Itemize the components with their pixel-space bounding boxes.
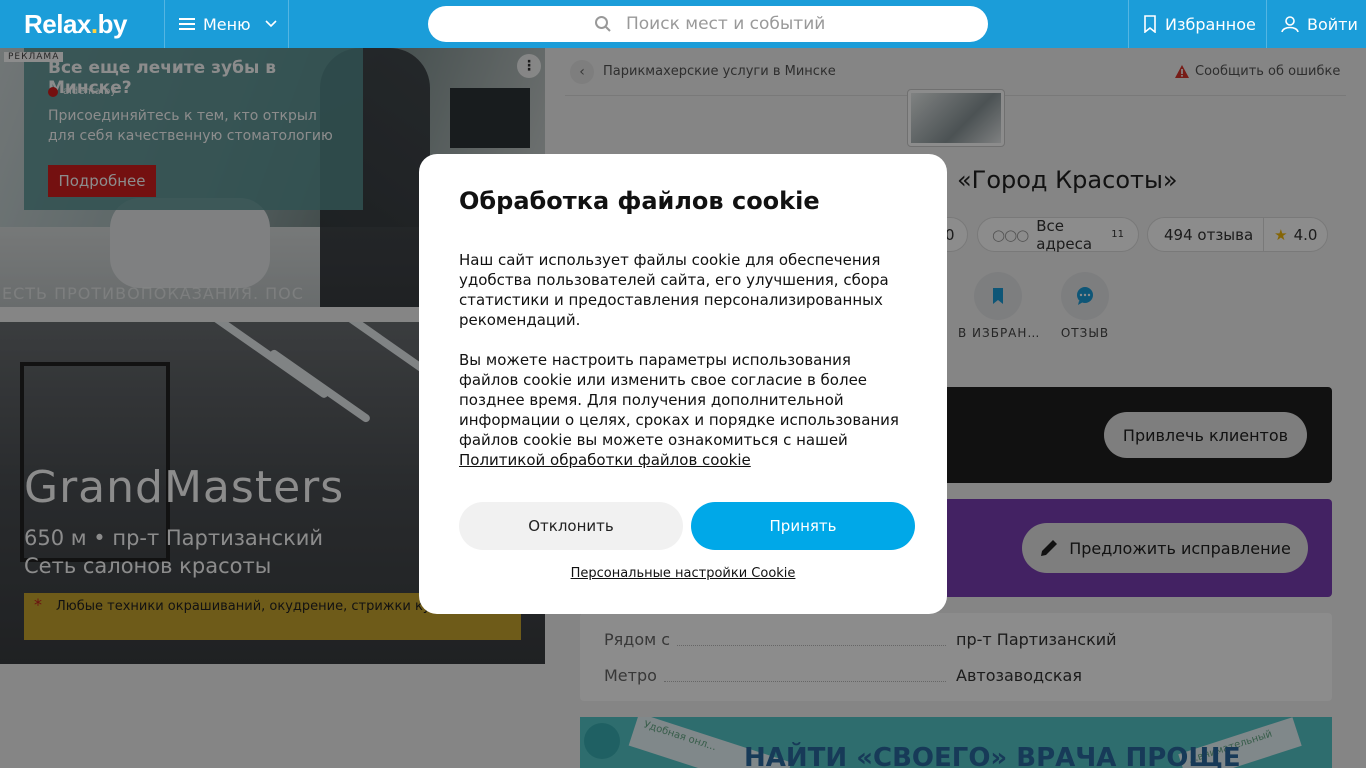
hamburger-icon bbox=[179, 18, 195, 30]
search-bar[interactable] bbox=[428, 6, 988, 42]
cookie-paragraph-1: Наш сайт использует файлы cookie для обе… bbox=[459, 251, 889, 329]
cookie-dialog-title: Обработка файлов cookie bbox=[459, 187, 820, 215]
favorites-button[interactable]: Избранное bbox=[1128, 0, 1266, 48]
login-label: Войти bbox=[1307, 14, 1358, 34]
user-icon bbox=[1281, 16, 1299, 33]
cookie-dialog-text: Наш сайт использует файлы cookie для обе… bbox=[459, 250, 914, 470]
login-button[interactable]: Войти bbox=[1266, 0, 1366, 48]
cookie-paragraph-2: Вы можете настроить параметры использова… bbox=[459, 351, 899, 469]
cookie-policy-link[interactable]: Политикой обработки файлов cookie bbox=[459, 451, 751, 469]
decline-button[interactable]: Отклонить bbox=[459, 502, 683, 550]
search-input[interactable] bbox=[626, 14, 986, 34]
cookie-consent-dialog: Обработка файлов cookie Наш сайт использ… bbox=[419, 154, 947, 614]
chevron-down-icon bbox=[265, 20, 277, 28]
top-navigation-bar: Relax.by Меню Избранное Войти bbox=[0, 0, 1366, 48]
accept-button[interactable]: Принять bbox=[691, 502, 915, 550]
menu-label: Меню bbox=[203, 14, 251, 34]
search-icon bbox=[595, 16, 611, 32]
menu-button[interactable]: Меню bbox=[164, 0, 289, 48]
site-logo[interactable]: Relax.by bbox=[24, 9, 127, 40]
cookie-settings-link[interactable]: Персональные настройки Cookie bbox=[419, 566, 947, 581]
bookmark-icon bbox=[1144, 15, 1156, 33]
favorites-label: Избранное bbox=[1165, 14, 1256, 34]
